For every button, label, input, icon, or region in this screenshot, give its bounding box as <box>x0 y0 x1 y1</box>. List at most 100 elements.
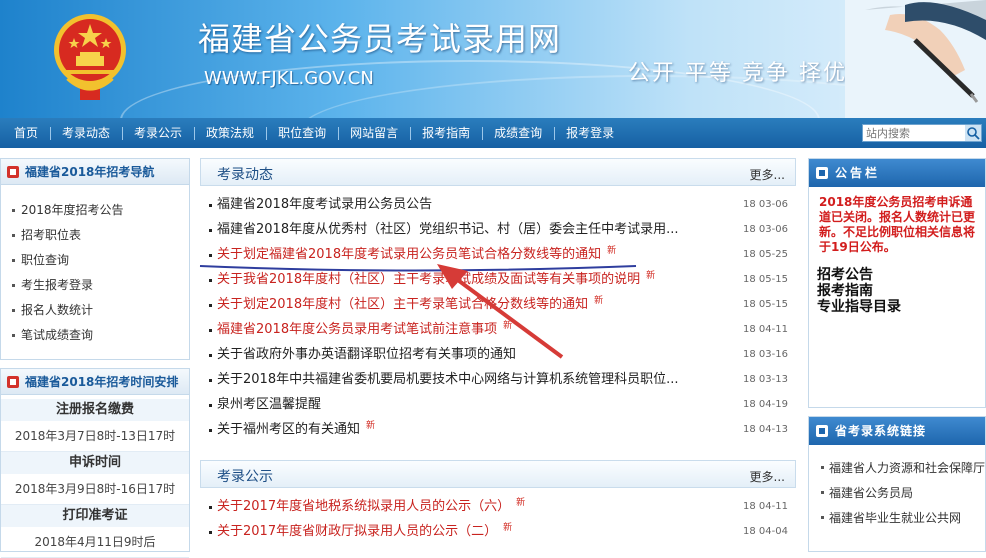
news-date: 18 03-06 <box>743 199 788 210</box>
news-date: 18 04-11 <box>743 324 788 335</box>
news-date: 18 03-16 <box>743 349 788 360</box>
guide-panel-title: 福建省2018年招考导航 <box>25 165 155 179</box>
news-section: 考录动态 更多... 福建省2018年度考试录用公务员公告 18 03-06 福建省… <box>200 158 796 442</box>
board-link-guide[interactable]: 报考指南 <box>817 283 985 299</box>
system-link[interactable]: 福建省毕业生就业公共网 <box>821 509 985 534</box>
news-title[interactable]: 福建省2018年度公务员录用考试笔试前注意事项 <box>217 322 497 337</box>
news-date: 18 04-13 <box>743 424 788 435</box>
news-title[interactable]: 关于划定2018年度村（社区）主干考录笔试合格分数线等的通知 <box>217 297 588 312</box>
notice-board: 公告栏 2018年度公务员招考申诉通道已关闭。报名人数统计已更新。不足比例职位相… <box>808 158 986 408</box>
site-header: 福建省公务员考试录用网 WWW.FJKL.GOV.CN 公开 平等 竞争 择优 <box>0 0 986 118</box>
notice-text[interactable]: 2018年度公务员招考申诉通道已关闭。报名人数统计已更新。不足比例职位相关信息将… <box>809 187 985 255</box>
new-badge: 新 <box>503 523 513 533</box>
notice-board-header: 公告栏 <box>809 159 985 187</box>
nav-item-policy[interactable]: 政策法规 <box>194 118 266 148</box>
news-title[interactable]: 关于划定福建省2018年度考试录用公务员笔试合格分数线等的通知 <box>217 247 601 262</box>
timeline-panel: 福建省2018年招考时间安排 注册报名缴费 2018年3月7日8时-13日17时… <box>0 368 190 558</box>
news-item[interactable]: 福建省2018年度从优秀村（社区）党组织书记、村（居）委会主任中考试录用... 1… <box>200 217 796 242</box>
news-item[interactable]: 关于我省2018年度村（社区）主干考录笔试成绩及面试等有关事项的说明新 18 05… <box>200 267 796 292</box>
nav-item-publicity[interactable]: 考录公示 <box>122 118 194 148</box>
guide-item[interactable]: 招考职位表 <box>11 226 189 251</box>
board-link-catalog[interactable]: 专业指导目录 <box>817 299 985 315</box>
new-badge: 新 <box>646 271 656 281</box>
timeline-title: 申诉时间 <box>1 452 189 474</box>
news-date: 18 05-15 <box>743 274 788 285</box>
news-item[interactable]: 福建省2018年度公务员录用考试笔试前注意事项新 18 04-11 <box>200 317 796 342</box>
nav-item-score-query[interactable]: 成绩查询 <box>482 118 554 148</box>
publicity-item[interactable]: 关于2017年度省地税系统拟录用人员的公示（六） 新 18 04-11 <box>200 494 796 519</box>
nav-item-login[interactable]: 报考登录 <box>554 118 626 148</box>
system-links-panel: 省考录系统链接 福建省人力资源和社会保障厅 福建省公务员局 福建省毕业生就业公共… <box>808 416 986 552</box>
timeline-title: 注册报名缴费 <box>1 399 189 421</box>
nav-item-position-query[interactable]: 职位查询 <box>266 118 338 148</box>
news-title[interactable]: 关于福州考区的有关通知 <box>217 422 360 437</box>
guide-item[interactable]: 报名人数统计 <box>11 301 189 326</box>
news-date: 18 03-13 <box>743 374 788 385</box>
news-item[interactable]: 关于划定福建省2018年度考试录用公务员笔试合格分数线等的通知新 18 05-25 <box>200 242 796 267</box>
timeline-panel-title: 福建省2018年招考时间安排 <box>25 375 179 389</box>
news-title[interactable]: 福建省2018年度考试录用公务员公告 <box>217 197 432 212</box>
news-item[interactable]: 泉州考区温馨提醒 18 04-19 <box>200 392 796 417</box>
main-nav: 首页 考录动态 考录公示 政策法规 职位查询 网站留言 报考指南 成绩查询 报考… <box>0 118 986 148</box>
system-links-title: 省考录系统链接 <box>835 424 927 438</box>
news-more-link[interactable]: 更多... <box>750 166 785 183</box>
nav-item-guide[interactable]: 报考指南 <box>410 118 482 148</box>
board-link-announcement[interactable]: 招考公告 <box>817 267 985 283</box>
news-date: 18 05-15 <box>743 299 788 310</box>
notice-board-title: 公告栏 <box>835 166 881 180</box>
publicity-section-title: 考录公示 <box>217 469 273 485</box>
publicity-section: 考录公示 更多... 关于2017年度省地税系统拟录用人员的公示（六） 新 18 0… <box>200 460 796 544</box>
news-item[interactable]: 关于划定2018年度村（社区）主干考录笔试合格分数线等的通知新 18 05-15 <box>200 292 796 317</box>
calendar-icon <box>7 376 19 388</box>
news-title[interactable]: 关于我省2018年度村（社区）主干考录笔试成绩及面试等有关事项的说明 <box>217 272 640 287</box>
news-section-title: 考录动态 <box>217 167 273 183</box>
news-item[interactable]: 关于省政府外事办英语翻译职位招考有关事项的通知 18 03-16 <box>200 342 796 367</box>
news-title[interactable]: 关于2018年中共福建省委机要局机要技术中心网络与计算机系统管理科员职位... <box>217 372 678 387</box>
news-title[interactable]: 泉州考区温馨提醒 <box>217 397 321 412</box>
system-link[interactable]: 福建省公务员局 <box>821 484 985 509</box>
new-badge: 新 <box>503 321 513 331</box>
timeline-item: 申诉时间 2018年3月9日8时-16日17时 <box>1 452 189 505</box>
news-date: 18 04-19 <box>743 399 788 410</box>
site-search <box>862 124 982 142</box>
national-emblem-icon <box>54 14 126 100</box>
nav-item-home[interactable]: 首页 <box>2 118 50 148</box>
news-item[interactable]: 关于2018年中共福建省委机要局机要技术中心网络与计算机系统管理科员职位... 1… <box>200 367 796 392</box>
new-badge: 新 <box>516 498 526 508</box>
news-section-header: 考录动态 更多... <box>200 158 796 186</box>
guide-item[interactable]: 笔试成绩查询 <box>11 326 189 351</box>
nav-item-news[interactable]: 考录动态 <box>50 118 122 148</box>
search-button[interactable] <box>965 125 981 141</box>
news-list: 福建省2018年度考试录用公务员公告 18 03-06 福建省2018年度从优秀村（… <box>200 186 796 442</box>
news-title[interactable]: 关于省政府外事办英语翻译职位招考有关事项的通知 <box>217 347 516 362</box>
list-icon <box>7 166 19 178</box>
system-link[interactable]: 福建省人力资源和社会保障厅 <box>821 459 985 484</box>
news-item[interactable]: 关于福州考区的有关通知新 18 04-13 <box>200 417 796 442</box>
guide-item[interactable]: 考生报考登录 <box>11 276 189 301</box>
news-title[interactable]: 福建省2018年度从优秀村（社区）党组织书记、村（居）委会主任中考试录用... <box>217 222 678 237</box>
guide-panel-header: 福建省2018年招考导航 <box>1 159 189 185</box>
system-links-header: 省考录系统链接 <box>809 417 985 445</box>
publicity-more-link[interactable]: 更多... <box>750 468 785 485</box>
nav-item-message[interactable]: 网站留言 <box>338 118 410 148</box>
timeline-title: 打印准考证 <box>1 505 189 527</box>
notice-icon <box>816 167 828 179</box>
publicity-title[interactable]: 关于2017年度省地税系统拟录用人员的公示（六） <box>217 499 510 514</box>
timeline-date: 2018年3月9日8时-16日17时 <box>1 474 189 505</box>
guide-item[interactable]: 2018年度招考公告 <box>11 201 189 226</box>
publicity-item[interactable]: 关于2017年度省财政厅拟录用人员的公示（二） 新 18 04-04 <box>200 519 796 544</box>
publicity-list: 关于2017年度省地税系统拟录用人员的公示（六）新 18 04-11 关于2017年… <box>200 488 796 544</box>
new-badge: 新 <box>366 421 376 431</box>
news-item[interactable]: 福建省2018年度考试录用公务员公告 18 03-06 <box>200 192 796 217</box>
site-url: WWW.FJKL.GOV.CN <box>204 68 374 89</box>
site-title: 福建省公务员考试录用网 <box>198 20 562 58</box>
timeline-item: 打印准考证 2018年4月11日9时后 <box>1 505 189 558</box>
news-date: 18 03-06 <box>743 224 788 235</box>
publicity-title[interactable]: 关于2017年度省财政厅拟录用人员的公示（二） <box>217 524 497 539</box>
guide-item[interactable]: 职位查询 <box>11 251 189 276</box>
new-badge: 新 <box>607 246 617 256</box>
publicity-section-header: 考录公示 更多... <box>200 460 796 488</box>
publicity-date: 18 04-11 <box>743 501 788 512</box>
writing-hand-illustration <box>845 0 986 118</box>
search-input[interactable] <box>863 125 967 141</box>
